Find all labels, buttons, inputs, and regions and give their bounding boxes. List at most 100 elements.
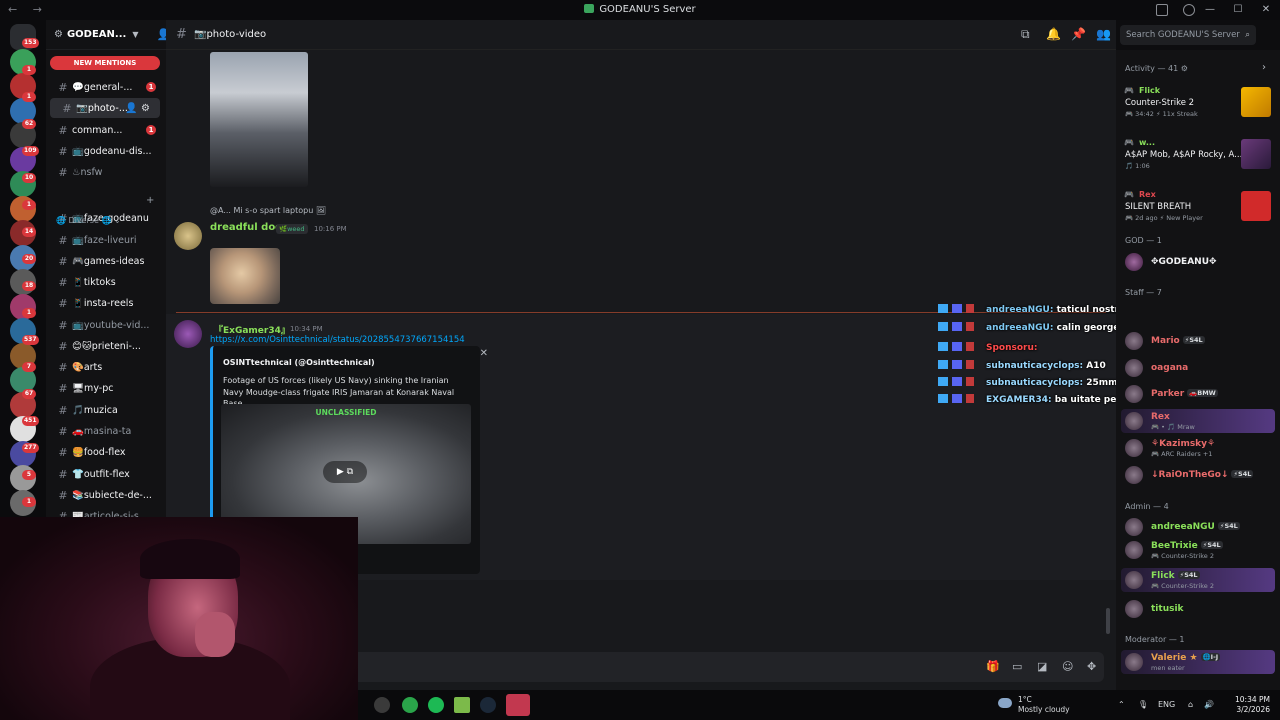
obs-icon[interactable] [374,697,390,713]
sticker-icon[interactable]: ◪ [1037,660,1047,673]
channel-item[interactable]: # 🎨arts [46,357,166,377]
close-icon[interactable]: ✕ [480,348,488,359]
create-channel-icon[interactable]: + [146,195,154,206]
activity-card[interactable]: 🎮 w... A$AP Mob, A$AP Rocky, A... 🎵 1:06 [1121,136,1275,178]
minimize-button[interactable]: — [1196,0,1224,20]
channel-item[interactable]: # 🍔food-flex [46,442,166,462]
stream-chat-line: Sponsoru: [938,342,1038,353]
message-link[interactable]: https://x.com/Osinttechnical/status/2028… [210,335,465,345]
category-diverse[interactable]: 🌐 Diverse 🌐 ⌄ [56,216,121,225]
emoji-icon[interactable]: ☺ [1062,660,1073,673]
new-mentions-pill[interactable]: NEW MENTIONS [50,56,160,70]
role-tag: 🌿weed [276,224,308,234]
channel-item[interactable]: # comman... 1 [46,120,166,140]
avatar[interactable] [174,320,202,348]
activity-card[interactable]: 🎮 Flick Counter-Strike 2 🎮 34:42 ⚡ 11x Stre… [1121,84,1275,126]
member-status: 🎮 ARC Raiders +1 [1151,450,1213,458]
member-name: titusik [1151,604,1184,614]
hash-icon: # [58,339,68,353]
language-indicator[interactable]: ENG [1158,700,1175,709]
mic-icon[interactable]: 🎙 [1138,700,1148,709]
gift-icon[interactable]: 🎁 [986,660,1000,673]
member-section-header: Moderator — 1 [1125,635,1185,644]
member-item[interactable]: Valerie ★ 🌐I-J men eater [1121,650,1275,674]
search-input[interactable]: Search GODEANU'S Server ⌕ [1120,25,1256,45]
scrollbar[interactable] [1106,608,1110,634]
channel-label: 🖥my-pc [72,382,114,394]
add-member-icon[interactable]: 👤 [156,28,166,41]
weather-widget[interactable]: 1°C Mostly cloudy [1018,695,1070,715]
bell-icon[interactable]: 🔔 [1046,27,1061,41]
channel-item[interactable]: # 📷photo-... 👤 ⚙ [50,98,160,118]
channel-item[interactable]: # 📱tiktoks [46,272,166,292]
channel-item[interactable]: # ♨nsfw [46,162,166,182]
chevron-down-icon: ▼ [132,30,139,39]
spotify-icon[interactable] [428,697,444,713]
channel-item[interactable]: # 😊🐱prieteni-... [46,336,166,356]
active-app-icon[interactable] [506,694,530,716]
server-icon [584,4,595,13]
activity-icon: 🎮 [1124,138,1134,147]
reply-preview[interactable]: @A... Mi s-o spart laptopu 🖼 [210,206,326,215]
inbox-icon[interactable] [1156,4,1168,16]
member-item[interactable]: andreeaNGU ⚡S4L [1121,515,1275,539]
pin-icon[interactable]: 📌 [1071,27,1086,41]
member-section-header: GOD — 1 [1125,236,1162,245]
channel-item[interactable]: # 📺youtube-vid... [46,315,166,335]
gif-icon[interactable]: ▭ [1012,660,1022,673]
minecraft-icon[interactable] [454,697,470,713]
guild-header[interactable]: ⚙ GODEAN... ▼ 👤 [46,20,166,50]
member-item[interactable]: oagana [1121,356,1275,380]
gif-attachment[interactable] [210,248,280,304]
channel-item[interactable]: # 🎮games-ideas [46,251,166,271]
member-item[interactable]: titusik [1121,597,1275,621]
streamer-hair [140,539,240,579]
volume-icon[interactable]: 🔊 [1204,700,1214,709]
channel-settings-icon[interactable]: 👤 ⚙ [125,103,150,114]
member-item[interactable]: ⚘Kazimsky⚘ 🎮 ARC Raiders +1 [1121,436,1275,460]
member-item[interactable]: Parker 🚗BMW [1121,382,1275,406]
clock[interactable]: 10:34 PM 3/2/2026 [1230,695,1270,715]
channel-item[interactable]: # 📺godeanu-dis... [46,141,166,161]
message-timestamp: 10:16 PM [314,225,347,233]
channel-sidebar: ⚙ GODEAN... ▼ 👤 NEW MENTIONS # 💬general-.… [46,20,166,520]
member-item[interactable]: ↓RaiOnTheGo↓ ⚡S4L [1121,463,1275,487]
play-icon[interactable]: ▶ ⧉ [323,461,367,483]
apps-icon[interactable]: ✥ [1087,660,1096,673]
channel-item[interactable]: # 📚subiecte-de-... [46,485,166,505]
help-icon[interactable] [1183,4,1195,16]
stream-chat-line: andreeaNGU: calin georgescu [938,322,1137,333]
channel-item[interactable]: # 🚗masina-ta [46,421,166,441]
member-item[interactable]: ✥GODEANU✥ [1121,250,1275,274]
close-button[interactable]: ✕ [1252,0,1280,20]
tray-chevron-icon[interactable]: ⌃ [1118,700,1125,709]
avatar [1125,359,1143,377]
channel-item[interactable]: # 💬general-... 1 [46,77,166,97]
xbox-icon[interactable] [402,697,418,713]
channel-item[interactable]: # 📱insta-reels [46,293,166,313]
threads-icon[interactable]: ⧉ [1021,27,1030,42]
activity-card[interactable]: 🎮 Rex SILENT BREATH 🎮 2d ago ⚡ New Player [1121,188,1275,230]
channel-label: ♨nsfw [72,166,103,178]
avatar [1125,332,1143,350]
server-mention-badge: 7 [22,362,36,372]
member-item[interactable]: BeeTrixie ⚡S4L 🎮 Counter-Strike 2 [1121,538,1275,562]
image-attachment[interactable] [210,52,308,187]
members-icon[interactable]: 👥 [1096,27,1111,41]
channel-item[interactable]: # 🖥my-pc [46,378,166,398]
network-icon[interactable]: ⌂ [1188,700,1193,709]
activity-header[interactable]: Activity — 41 ⚙ [1125,64,1188,73]
member-item[interactable]: Rex 🎮 • 🎵 Mraw [1121,409,1275,433]
avatar[interactable] [174,222,202,250]
member-item[interactable]: Flick ⚡S4L 🎮 Counter-Strike 2 [1121,568,1275,592]
steam-icon[interactable] [480,697,496,713]
maximize-button[interactable]: ☐ [1224,0,1252,20]
member-item[interactable]: Mario ⚡S4L [1121,329,1275,353]
member-tag: 🌐I-J [1200,653,1221,661]
gear-icon: ⚙ [54,29,63,40]
channel-item[interactable]: # 📺faze-liveuri [46,230,166,250]
embed-author[interactable]: OSINTtechnical (@Osinttechnical) [223,358,375,367]
chevron-right-icon[interactable]: › [1262,62,1266,73]
channel-item[interactable]: # 🎵muzica [46,400,166,420]
channel-item[interactable]: # 👕outfit-flex [46,464,166,484]
